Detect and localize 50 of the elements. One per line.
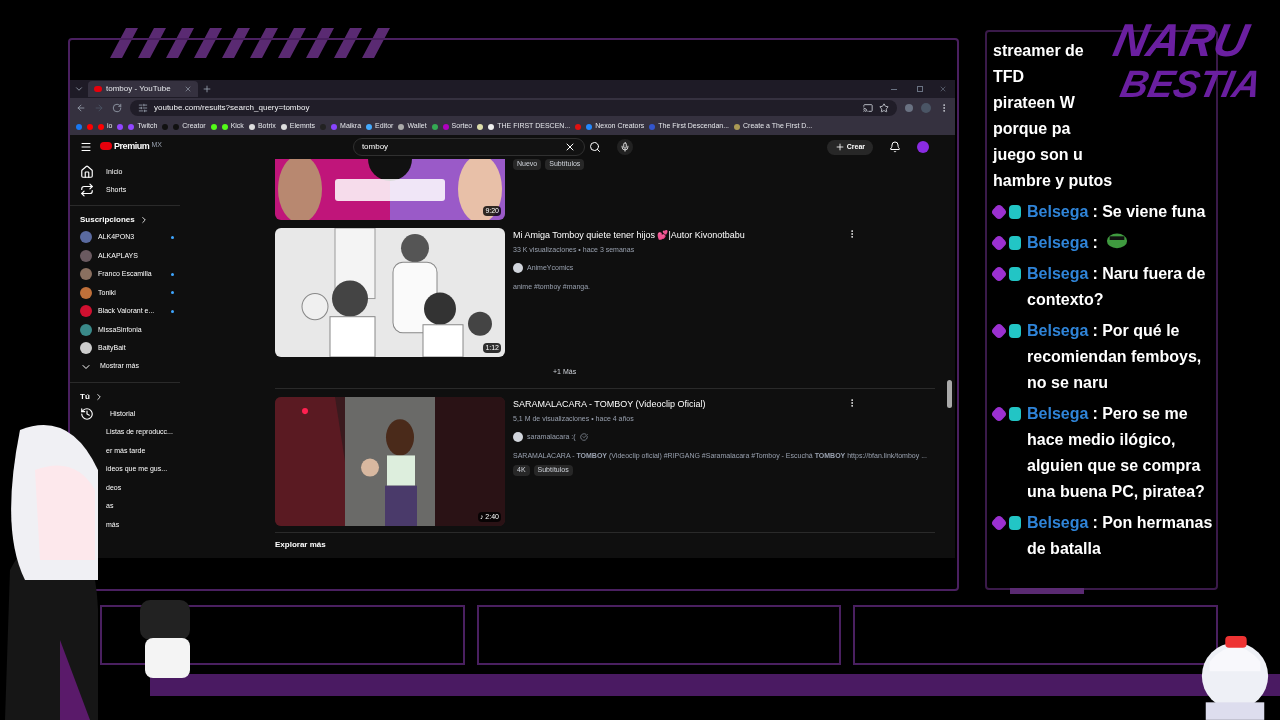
close-icon[interactable] <box>184 85 192 93</box>
channel-avatar[interactable] <box>513 432 523 443</box>
voice-search-button[interactable] <box>616 139 633 155</box>
shorts-icon <box>80 183 94 197</box>
back-icon[interactable] <box>76 103 86 113</box>
mic-icon <box>619 142 630 152</box>
url-text: youtube.com/results?search_query=tomboy <box>154 102 311 114</box>
search-field[interactable]: tomboy <box>352 138 585 156</box>
chat-message: Belsega : Naru fuera de contexto? <box>1027 264 1207 310</box>
section-heading[interactable]: Tú <box>80 390 90 403</box>
chat-message: Belsega : Pon hermanas de batalla <box>1027 513 1214 559</box>
search-icon[interactable] <box>588 141 601 153</box>
menu-icon[interactable] <box>80 141 92 153</box>
section-heading[interactable]: Suscripciones <box>80 214 135 226</box>
chat-message: Belsega : Pero se me hace medio ilógico, alguien que se compra una buena PC, piratea? <box>1027 404 1206 502</box>
bookmark-icon[interactable] <box>210 123 217 130</box>
history-icon <box>80 406 94 421</box>
video-title[interactable]: Mi Amiga Tomboy quiete tener hijos 💕|Autor Kivonotbabu <box>513 229 847 243</box>
chat-text: juego son u <box>993 145 1083 165</box>
channel-avatar[interactable] <box>513 263 523 274</box>
section-heading: Explorar más <box>275 540 326 549</box>
chat-text: TFD <box>993 67 1025 87</box>
extension-icon[interactable] <box>905 104 913 112</box>
scrollbar[interactable] <box>947 380 952 408</box>
maximize-icon[interactable] <box>917 86 923 92</box>
browser-tab[interactable]: tomboy - YouTube <box>88 81 198 97</box>
notifications-icon[interactable] <box>889 141 901 153</box>
chat-message: Belsega : <box>1027 233 1098 253</box>
chat-message: Belsega : Se viene funa <box>1027 202 1206 222</box>
bookmark-star-icon[interactable] <box>879 103 889 113</box>
logo-text: NARU BESTIA <box>1108 18 1267 106</box>
reload-icon[interactable] <box>112 103 122 113</box>
site-settings-icon[interactable] <box>138 103 148 113</box>
chat-message: Belsega : Por qué le recomiendan femboys, no se naru <box>1027 321 1203 393</box>
minimize-icon[interactable] <box>891 88 897 90</box>
new-tab-icon[interactable] <box>202 84 212 94</box>
cast-icon[interactable] <box>863 103 873 113</box>
home-icon <box>80 165 94 179</box>
video-title[interactable]: SARAMALACARA - TOMBOY (Videoclip Oficial) <box>513 398 847 412</box>
tab-list-icon[interactable] <box>74 84 84 94</box>
chat-text: pirateen W <box>993 93 1075 113</box>
chat-text: porque pa <box>993 119 1071 139</box>
close-icon[interactable] <box>939 85 947 93</box>
plus-icon <box>834 142 845 152</box>
chat-text: hambre y putos <box>993 171 1113 191</box>
bookmark-icon[interactable] <box>477 123 484 130</box>
bookmark-icon[interactable] <box>431 123 438 130</box>
chat-text: streamer de <box>993 41 1084 61</box>
address-bar[interactable]: youtube.com/results?search_query=tomboy <box>130 100 897 116</box>
account-avatar[interactable] <box>917 141 929 153</box>
